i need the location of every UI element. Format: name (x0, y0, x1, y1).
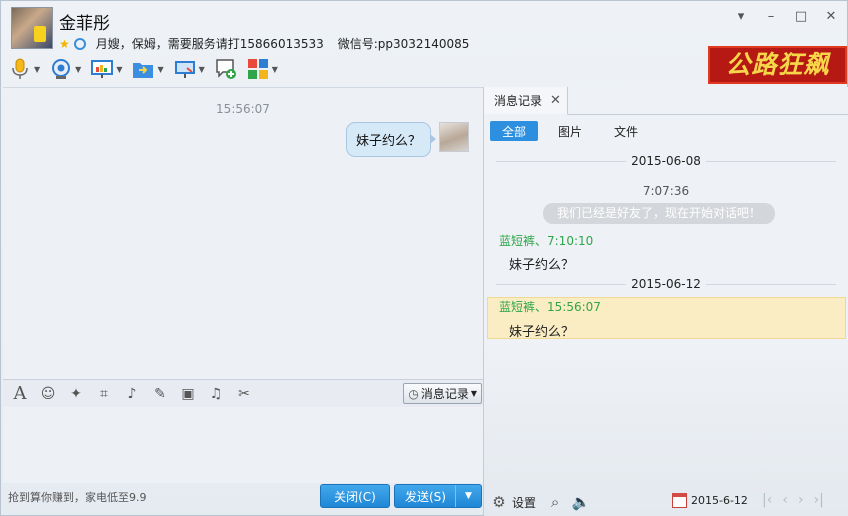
gear-icon[interactable]: ⚙ (490, 493, 508, 511)
voice-call-button[interactable]: ▼ (9, 56, 40, 82)
music-icon[interactable]: ♫ (207, 385, 225, 403)
chevron-down-icon[interactable]: ▼ (75, 65, 81, 74)
message-history-button[interactable]: ◷ 消息记录 ▼ (403, 383, 482, 404)
contact-signature-row: ★ 月嫂，保姆，需要服务请打15866013533 微信号:pp30321400… (59, 35, 469, 52)
tab-divider (568, 114, 848, 115)
chat-footer: 抢到算你赚到，家电低至9.9 关闭(C) 发送(S) ▼ (3, 483, 483, 513)
chevron-down-icon[interactable]: ▼ (116, 65, 122, 74)
scissors-icon[interactable]: ✂ (235, 385, 253, 403)
chevron-down-icon[interactable]: ▼ (157, 65, 163, 74)
history-filter-tabs: 全部 图片 文件 (490, 121, 658, 141)
history-panel: 消息记录 ✕ 全部 图片 文件 2015-06-08 7:07:36 我们已经是… (484, 87, 848, 516)
next-page-icon[interactable]: › (798, 492, 804, 508)
apps-button[interactable]: ▼ (247, 56, 278, 82)
chevron-down-icon: ▼ (470, 389, 477, 398)
monitor-icon (174, 58, 196, 80)
chevron-down-icon[interactable]: ▼ (272, 65, 278, 74)
filter-files[interactable]: 文件 (602, 121, 650, 141)
search-icon[interactable]: ⌕ (546, 493, 564, 511)
outgoing-message-bubble: 妹子约么？ (345, 122, 437, 157)
chat-window: 金菲彤 ★ 月嫂，保姆，需要服务请打15866013533 微信号:pp3032… (0, 0, 848, 516)
prev-page-icon[interactable]: ‹ (782, 492, 788, 508)
history-time-1: 7:07:36 (642, 184, 690, 198)
settings-label[interactable]: 设置 (512, 494, 536, 511)
message-timestamp: 15:56:07 (216, 102, 270, 116)
apps-grid-icon (247, 58, 269, 80)
video-call-button[interactable]: ▼ (50, 56, 81, 82)
self-avatar[interactable] (439, 122, 469, 152)
message-history-label: 消息记录 (420, 387, 469, 401)
magic-wand-icon[interactable]: ✦ (67, 385, 85, 403)
message-area: 15:56:07 妹子约么？ (3, 87, 483, 379)
send-button-label: 发送(S) (405, 489, 446, 504)
contact-avatar[interactable] (11, 7, 53, 49)
close-window-button[interactable]: ✕ (823, 9, 839, 24)
brand-logo: 公路狂飙 (708, 46, 847, 84)
image-icon[interactable]: ▣ (179, 385, 197, 403)
screen-share-button[interactable]: ▼ (174, 56, 205, 82)
minimize-button[interactable]: – (763, 9, 779, 24)
window-header: 金菲彤 ★ 月嫂，保姆，需要服务请打15866013533 微信号:pp3032… (1, 1, 848, 87)
current-date: 2015-6-12 (691, 494, 748, 507)
history-date-2: 2015-06-12 (484, 277, 848, 291)
microphone-icon (9, 58, 31, 80)
contact-name[interactable]: 金菲彤 (59, 9, 110, 34)
last-page-icon[interactable]: ›| (814, 492, 824, 508)
history-date-1: 2015-06-08 (484, 154, 848, 168)
folder-icon (132, 58, 154, 80)
history-sender-2: 蓝短裤、15:56:07 (499, 300, 601, 314)
chevron-down-icon[interactable]: ▼ (199, 65, 205, 74)
history-message-1: 妹子约么？ (509, 258, 575, 273)
contact-toolbar: ▼ ▼ ▼ ▼ ▼ ▼ (9, 56, 278, 82)
contact-wechat: 微信号:pp3032140085 (337, 37, 470, 51)
tab-message-history[interactable]: 消息记录 ✕ (484, 87, 568, 115)
history-pagination: |‹ ‹ › ›| (762, 492, 824, 508)
speaker-icon[interactable]: 🔈 (572, 493, 591, 511)
edit-icon[interactable]: ✎ (151, 385, 169, 403)
message-input[interactable] (3, 407, 483, 483)
filter-images[interactable]: 图片 (546, 121, 594, 141)
clock-icon: ◷ (408, 386, 419, 401)
filter-all[interactable]: 全部 (490, 121, 538, 141)
emoji-icon[interactable]: ☺ (39, 385, 57, 403)
qq-status-icon (73, 37, 86, 50)
font-icon[interactable]: A (11, 383, 29, 404)
date-picker[interactable]: 2015-6-12 (672, 493, 748, 508)
close-button[interactable]: 关闭(C) (320, 484, 390, 508)
tab-label: 消息记录 (494, 94, 543, 108)
message-plus-icon (215, 58, 237, 80)
camera-icon (50, 58, 72, 80)
contact-signature: 月嫂，保姆，需要服务请打15866013533 (95, 37, 324, 51)
send-file-button[interactable]: ▼ (132, 56, 164, 82)
maximize-button[interactable]: □ (793, 9, 809, 24)
chevron-down-icon[interactable]: ▼ (34, 65, 40, 74)
ad-text-link[interactable]: 抢到算你赚到，家电低至9.9 (8, 489, 147, 505)
editor-toolbar: A ☺ ✦ ⌗ ♪ ✎ ▣ ♫ ✂ ◷ 消息记录 ▼ (3, 379, 483, 407)
menu-dropdown-button[interactable]: ▾ (733, 9, 749, 24)
window-controls: ▾ – □ ✕ (733, 9, 839, 24)
voice-message-icon[interactable]: ♪ (123, 385, 141, 403)
text-message-button[interactable] (215, 56, 237, 82)
first-page-icon[interactable]: |‹ (762, 492, 772, 508)
presentation-icon (91, 58, 114, 80)
close-tab-icon[interactable]: ✕ (550, 93, 561, 108)
history-message-2: 妹子约么？ (509, 325, 575, 340)
send-options-chevron-icon[interactable]: ▼ (455, 485, 481, 507)
screenshot-icon[interactable]: ⌗ (95, 385, 113, 403)
send-button[interactable]: 发送(S) ▼ (394, 484, 482, 508)
system-message: 我们已经是好友了，现在开始对话吧！ (543, 203, 775, 224)
star-icon: ★ (59, 36, 70, 51)
history-sender-1: 蓝短裤、7:10:10 (499, 234, 594, 248)
history-footer: ⚙ 设置 ⌕ 🔈 2015-6-12 |‹ ‹ › ›| (484, 487, 848, 516)
remote-desktop-button[interactable]: ▼ (91, 56, 122, 82)
calendar-icon (672, 493, 687, 508)
